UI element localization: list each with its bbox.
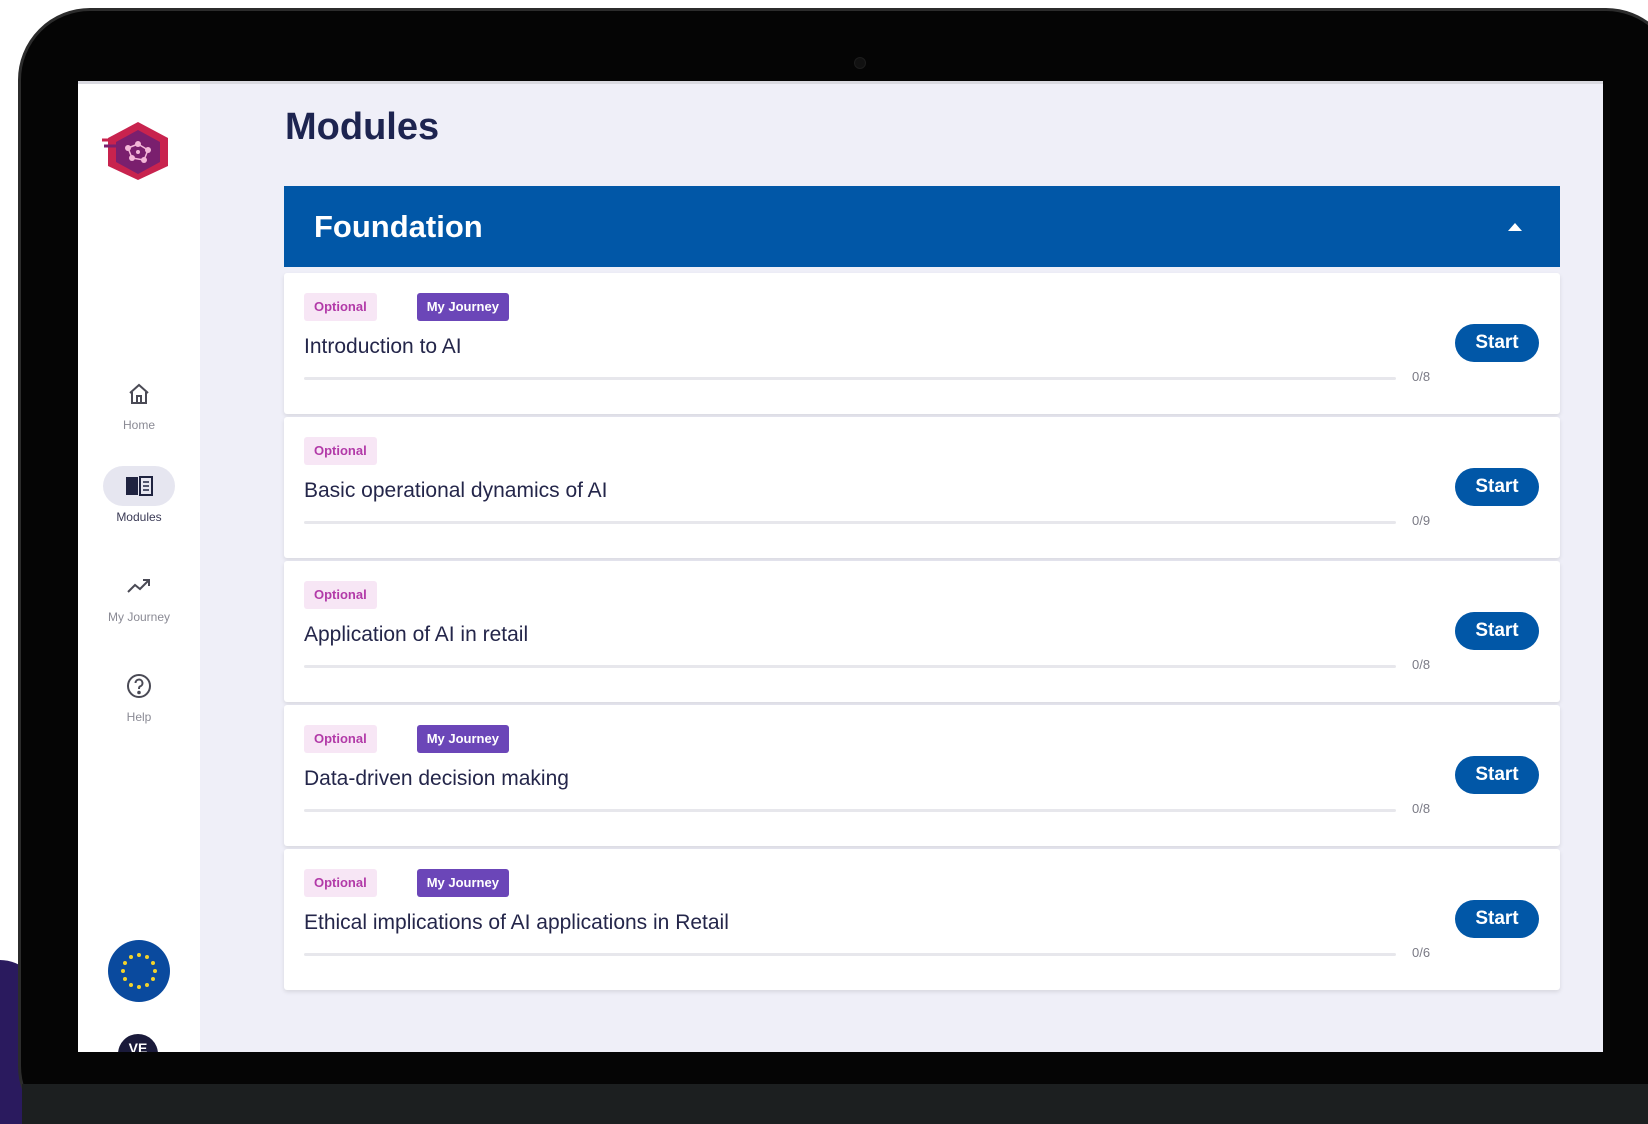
progress-bar [304, 377, 1396, 380]
module-card: Optional Basic operational dynamics of A… [284, 417, 1560, 558]
sidebar-item-my-journey[interactable]: My Journey [78, 566, 200, 624]
trending-up-icon [103, 566, 175, 606]
module-title: Application of AI in retail [304, 623, 529, 646]
module-card: Optional My Journey Data-driven decision… [284, 705, 1560, 846]
module-card: Optional My Journey Introduction to AI 0… [284, 273, 1560, 414]
sidebar-item-label: Home [122, 418, 155, 432]
camera-icon [854, 57, 866, 69]
progress-count: 0/6 [1412, 945, 1431, 960]
chevron-up-icon[interactable] [1504, 216, 1526, 238]
module-card: Optional Application of AI in retail 0/8… [284, 561, 1560, 702]
book-icon [103, 466, 175, 506]
optional-badge: Optional [304, 293, 377, 321]
section-title: Foundation [314, 208, 483, 244]
start-button[interactable]: Start [1455, 324, 1539, 362]
home-icon [103, 374, 175, 414]
progress-bar [304, 809, 1396, 812]
module-title: Basic operational dynamics of AI [304, 479, 608, 502]
sidebar-item-home[interactable]: Home [78, 374, 200, 432]
sidebar-item-help[interactable]: Help [78, 666, 200, 724]
start-button[interactable]: Start [1455, 612, 1539, 650]
module-title: Introduction to AI [304, 335, 462, 358]
optional-badge: Optional [304, 869, 377, 897]
progress-bar [304, 521, 1396, 524]
avatar[interactable]: VE [118, 1034, 158, 1052]
progress-count: 0/8 [1412, 369, 1431, 384]
optional-badge: Optional [304, 581, 377, 609]
page-title: Modules [285, 106, 440, 148]
my-journey-badge: My Journey [416, 293, 509, 321]
eu-flag-icon [108, 940, 170, 1002]
progress-count: 0/8 [1412, 657, 1431, 672]
main-content: Modules Foundation Optional My Journey I… [200, 84, 1603, 1052]
module-title: Data-driven decision making [304, 767, 569, 790]
laptop-base [22, 1084, 1648, 1124]
optional-badge: Optional [304, 725, 377, 753]
app-screen: Home Modules My Journey Help VE Modules … [78, 81, 1603, 1052]
sidebar-item-label: My Journey [107, 610, 171, 624]
start-button[interactable]: Start [1455, 468, 1539, 506]
module-title: Ethical implications of AI applications … [304, 911, 729, 934]
my-journey-badge: My Journey [416, 725, 509, 753]
sidebar-item-label: Modules [116, 510, 162, 524]
optional-badge: Optional [304, 437, 377, 465]
progress-count: 0/8 [1412, 801, 1431, 816]
start-button[interactable]: Start [1455, 900, 1539, 938]
my-journey-badge: My Journey [416, 869, 509, 897]
app-logo-icon[interactable] [102, 120, 174, 182]
progress-count: 0/9 [1412, 513, 1431, 528]
sidebar: Home Modules My Journey Help VE [78, 84, 200, 1052]
help-circle-icon [103, 666, 175, 706]
module-card: Optional My Journey Ethical implications… [284, 849, 1560, 990]
sidebar-item-label: Help [126, 710, 152, 724]
start-button[interactable]: Start [1455, 756, 1539, 794]
section-header-foundation[interactable]: Foundation [284, 186, 1560, 267]
progress-bar [304, 953, 1396, 956]
progress-bar [304, 665, 1396, 668]
sidebar-item-modules[interactable]: Modules [78, 466, 200, 524]
